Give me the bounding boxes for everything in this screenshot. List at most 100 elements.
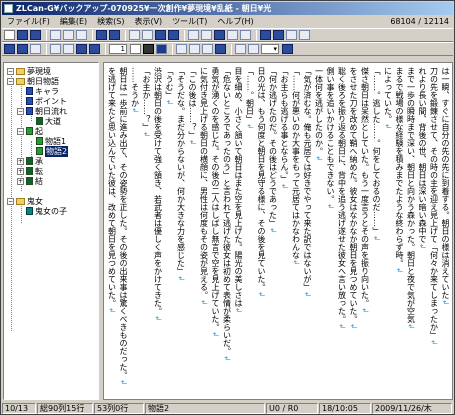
- text-column[interactable]: 「……。朝日」↲: [245, 67, 255, 397]
- text-column[interactable]: 「気が済むな。俺も元居ては好きでやって来た訳ではないが」↲: [302, 67, 312, 397]
- line-spacing-select[interactable]: 1: [109, 44, 127, 54]
- menu-help[interactable]: ヘルプ(H): [212, 16, 258, 27]
- tree-item[interactable]: キャラ: [26, 86, 59, 96]
- print-icon[interactable]: [227, 30, 238, 40]
- redo-icon[interactable]: [109, 30, 120, 40]
- expander-minus-icon[interactable]: −: [17, 127, 24, 135]
- new-file-icon[interactable]: [4, 30, 15, 40]
- tree-item[interactable]: 物語1: [36, 136, 66, 146]
- text-column[interactable]: 「この後は……？」↲: [187, 67, 197, 397]
- paste-icon[interactable]: [76, 30, 87, 40]
- menu-edit[interactable]: 編集(E): [55, 16, 92, 27]
- tree-item[interactable]: ポイント: [26, 96, 67, 106]
- move-down-icon[interactable]: [63, 44, 74, 54]
- insert-node-icon[interactable]: [4, 44, 15, 54]
- text-column[interactable]: 「……何が悪いのか大事をもって元居てはかなわんな↲: [291, 67, 301, 397]
- delete-node-icon[interactable]: [30, 44, 41, 54]
- expander-plus-icon[interactable]: +: [17, 157, 24, 165]
- indent-icon[interactable]: [76, 44, 87, 54]
- tate-icon[interactable]: [214, 30, 225, 40]
- tree-item[interactable]: + 承: [17, 156, 43, 166]
- move-up-icon[interactable]: [50, 44, 61, 54]
- expander-minus-icon[interactable]: −: [7, 67, 14, 75]
- align-bottom-icon[interactable]: [202, 44, 213, 54]
- text-column[interactable]: 朝日は一歩前に進み出て、その姿勢を正した。その後の出来事は驚くべきものだった。↲: [118, 67, 128, 397]
- menu-file[interactable]: ファイル(F): [2, 16, 55, 27]
- text-column[interactable]: 側い事を追いかけることもできない。↲: [325, 67, 335, 397]
- cut-icon[interactable]: [50, 30, 61, 40]
- tree-item[interactable]: − 朝日流れ: [17, 106, 67, 116]
- text-column[interactable]: 刀の先を鍛錬させて、その時の主を迎え見上げて「何々か来てしまったか」↲: [429, 67, 439, 397]
- zoom-out-icon[interactable]: [248, 44, 259, 54]
- expander-minus-icon[interactable]: −: [7, 77, 14, 85]
- text-column[interactable]: をさせた刀を改めて鞘へ納めた。彼女はなかなか朝日を見つめていた。↲: [348, 67, 358, 397]
- view-select[interactable]: ▾: [261, 44, 279, 54]
- text-column[interactable]: まで一歩の瞬時まで深い、朝日と向かう森かった。朝日と夜で気が空気↲: [406, 67, 416, 397]
- jump-icon[interactable]: [168, 30, 179, 40]
- tree-item[interactable]: 大道: [36, 116, 61, 126]
- text-column[interactable]: 聡く後ろを振り返る朝日に、背中を追う逃げ遂せた彼女へ言い放った。↲: [337, 67, 347, 397]
- text-column[interactable]: 日の光は、もう何度と朝日を見守る様に、その後を見ていた。↲: [256, 67, 266, 397]
- text-column[interactable]: 「うむ」↲: [164, 67, 174, 397]
- title-bar[interactable]: ZLCan-G¥バックアップ-070925¥ー次創作¥夢現境¥乱紙 - 朝日¥光: [2, 2, 453, 15]
- save-icon[interactable]: [30, 30, 41, 40]
- tree-item[interactable]: − 朝日物語: [7, 76, 59, 86]
- text-column[interactable]: 「お主か……？」↲: [141, 67, 151, 397]
- page-icon[interactable]: [130, 44, 141, 54]
- text-column[interactable]: を逃げて来たと思い込んでいた彼は、改めて朝日を見つめていた。↲: [107, 67, 117, 397]
- tree-toggle-icon[interactable]: [273, 30, 284, 40]
- outline-icon[interactable]: [260, 30, 271, 40]
- align-top-icon[interactable]: [176, 44, 187, 54]
- expander-minus-icon[interactable]: −: [7, 197, 14, 205]
- copy-icon[interactable]: [63, 30, 74, 40]
- text-column[interactable]: 一体何を逃がしたのか。↲: [314, 67, 324, 397]
- text-column[interactable]: 「何か逃げたのだ。その後はどうであった」↲: [268, 67, 278, 397]
- text-column[interactable]: 「そうだな。まだ分からないが、何か大きな力を感じた」↲: [176, 67, 186, 397]
- menu-view[interactable]: 表示(V): [129, 16, 167, 27]
- tree-item-selected[interactable]: 物語2: [36, 145, 69, 157]
- outdent-icon[interactable]: [89, 44, 100, 54]
- text-column[interactable]: まるで戦場の様な経験を積みまでたような終わらず時。↲: [394, 67, 404, 397]
- font-icon[interactable]: [215, 44, 226, 54]
- tree-item[interactable]: 鬼女の子: [26, 206, 67, 216]
- color-icon[interactable]: [143, 44, 154, 54]
- text-column[interactable]: は一瞬、すぐに自分の先の先に到着する。朝日の様は消えていた↲: [440, 67, 450, 397]
- emphasis-icon[interactable]: [201, 30, 212, 40]
- add-child-icon[interactable]: [17, 44, 28, 54]
- find-icon[interactable]: [129, 30, 140, 40]
- text-column[interactable]: によっていた。↲: [383, 67, 393, 397]
- selected-mode-icon[interactable]: [156, 44, 167, 54]
- replace-icon[interactable]: [142, 30, 153, 40]
- settings-icon[interactable]: [282, 44, 293, 54]
- tree-item[interactable]: + 転: [17, 166, 43, 176]
- expander-plus-icon[interactable]: +: [17, 167, 24, 175]
- bookmark-icon[interactable]: [155, 30, 166, 40]
- text-column[interactable]: 勇気が湧くのを感じた。その後の二人はしばし無言で空を見上げていた。↲: [210, 67, 220, 397]
- split-icon[interactable]: [286, 30, 297, 40]
- text-column[interactable]: に気付き見上げる朝日の横顔に、男性は何度もその姿が見える。↲: [199, 67, 209, 397]
- text-column[interactable]: れより長い間、背後の世、朝日は深い暗い森中で↲: [417, 67, 427, 397]
- zoom-in-icon[interactable]: [235, 44, 246, 54]
- align-middle-icon[interactable]: [189, 44, 200, 54]
- text-column[interactable]: 「危ないところであったのう」と言われて逃げた彼女は初めて表情が柔らいだ。↲: [222, 67, 232, 397]
- vertical-text-editor[interactable]: は一瞬、すぐに自分の先の先に到着する。朝日の様は消えていた↲ 刀の先を鍛錬させて、…: [103, 62, 453, 400]
- preview-icon[interactable]: [240, 30, 251, 40]
- expander-plus-icon[interactable]: +: [17, 177, 24, 185]
- options-icon[interactable]: [299, 30, 310, 40]
- text-column[interactable]: 「お主らも逃げる事とならん。」↲: [279, 67, 289, 397]
- menu-search[interactable]: 検索(S): [92, 16, 129, 27]
- tree-item[interactable]: − 夢現境: [7, 66, 51, 76]
- text-column[interactable]: 目を細め、小さく頷いて朝日はまた空を見上げた。陽光の美しさは↲: [233, 67, 243, 397]
- expander-minus-icon[interactable]: −: [17, 107, 24, 115]
- undo-icon[interactable]: [96, 30, 107, 40]
- open-file-icon[interactable]: [17, 30, 28, 40]
- text-column[interactable]: ……そうか↲: [130, 67, 140, 397]
- outline-tree[interactable]: − 夢現境 − 朝日物語 キャラ ポイント − 朝日流れ 大道 − 起 物語1 …: [3, 62, 99, 400]
- tree-item[interactable]: − 鬼女: [7, 196, 43, 206]
- text-column[interactable]: 渋沢は朝日の後を受けて強く頷き、若武者は優しく声をかけてきた。↲: [153, 67, 163, 397]
- ruby-icon[interactable]: [188, 30, 199, 40]
- tree-item[interactable]: + 結: [17, 176, 43, 186]
- text-column[interactable]: 傑さ朝日は呆然としていた。もう一度言うとその声を振り向いた。↲: [360, 67, 370, 397]
- menu-tools[interactable]: ツール(T): [167, 16, 212, 27]
- text-column[interactable]: 「……。逃した……。何をしておるのだ……」↲: [371, 67, 381, 397]
